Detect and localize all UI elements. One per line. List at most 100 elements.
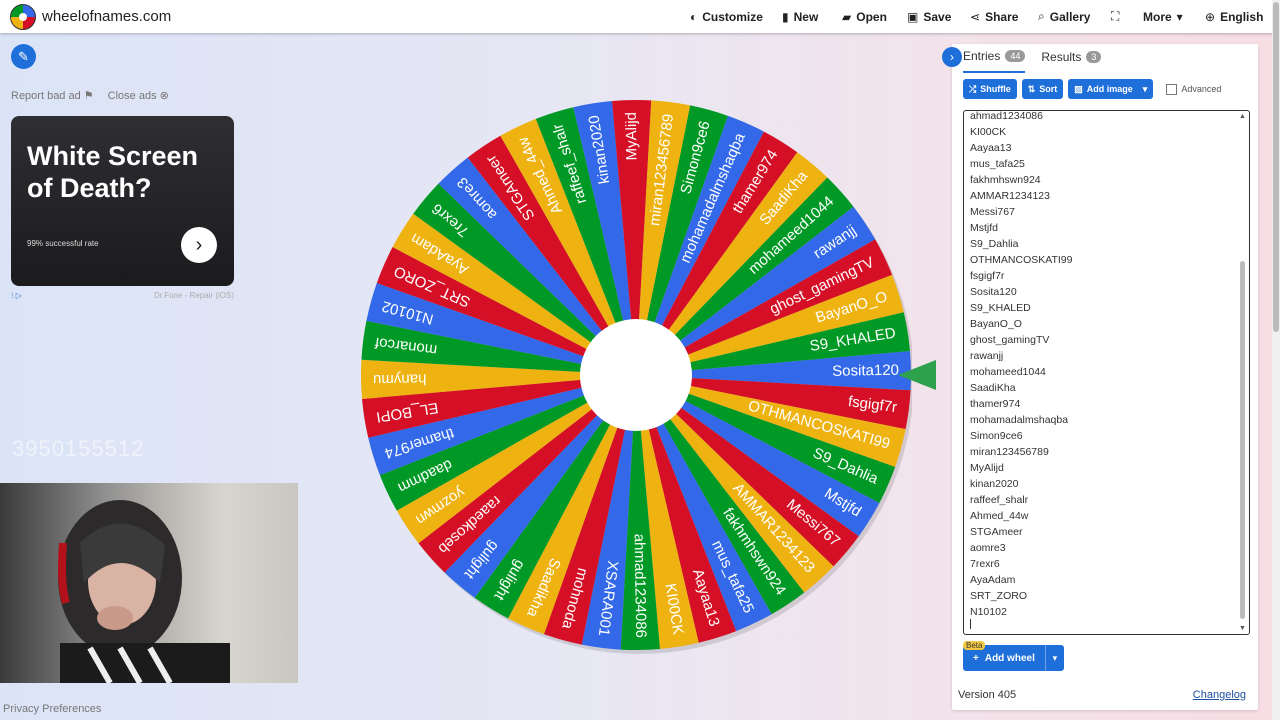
fullscreen-button[interactable]: ⛶ [1111, 0, 1119, 33]
customize-label: Customize [702, 9, 763, 24]
ad-footer: ⁝ ▷ Dr.Fone - Repair (iOS) [11, 291, 234, 300]
gallery-label: Gallery [1049, 9, 1091, 24]
scroll-up-icon[interactable]: ▲ [1239, 113, 1246, 120]
entry-item[interactable]: mohamadalmshaqba [970, 415, 1073, 431]
share-button[interactable]: ⋖ Share [970, 0, 1018, 33]
wheel-segment-label: ahmad1234086 [631, 534, 650, 639]
textarea-scroll-thumb[interactable] [1240, 261, 1245, 619]
close-ads-link[interactable]: Close ads ⊗ [108, 89, 169, 102]
entry-item[interactable]: SRT_ZORO [970, 591, 1073, 607]
entry-item[interactable]: OTHMANCOSKATI99 [970, 255, 1073, 271]
entry-item[interactable]: Messi767 [970, 207, 1073, 223]
version-label: Version 405 [958, 689, 1017, 701]
entry-item[interactable]: mohameed1044 [970, 367, 1073, 383]
entry-item[interactable]: rawanjj [970, 351, 1073, 367]
entry-item[interactable]: 7rexr6 [970, 559, 1073, 575]
panel-collapse-button[interactable]: › [942, 47, 962, 67]
share-label: Share [985, 9, 1019, 24]
entry-item[interactable]: raffeef_shalr [970, 495, 1073, 511]
edit-pencil-button[interactable]: ✎ [11, 44, 36, 69]
add-image-button[interactable]: ▨ Add image ▾ [1068, 79, 1154, 99]
entries-textarea[interactable]: ahmad1234086 KI00CK Aayaa13 mus_tafa25 fakhm… [963, 110, 1250, 635]
ad-choices-icon[interactable]: ⁝ ▷ [11, 291, 22, 300]
entry-item[interactable]: fakhmhswn924 [970, 175, 1073, 191]
scroll-down-icon[interactable]: ▼ [1239, 625, 1246, 632]
entry-item[interactable]: MyAlijd [970, 463, 1073, 479]
ad-arrow-button[interactable]: › [181, 227, 217, 263]
beta-badge: Beta [963, 641, 986, 650]
add-wheel-label: Add wheel [984, 652, 1035, 664]
tab-entries-label: Entries [963, 49, 1001, 63]
save-button[interactable]: ▣ Save [907, 0, 951, 33]
page-scrollbar[interactable] [1272, 0, 1280, 720]
entry-item[interactable]: S9_KHALED [970, 303, 1073, 319]
entries-count-badge: 44 [1005, 50, 1026, 62]
entry-item[interactable]: Ahmed_44w [970, 511, 1073, 527]
entry-item[interactable]: thamer974 [970, 399, 1073, 415]
add-wheel-dropdown[interactable]: ▾ [1044, 645, 1064, 671]
pencil-icon: ✎ [18, 48, 29, 64]
entry-item[interactable]: KI00CK [970, 127, 1073, 143]
sort-label: Sort [1039, 84, 1058, 94]
tab-results-label: Results [1041, 50, 1082, 64]
save-label: Save [923, 9, 952, 24]
entry-item[interactable]: kinan2020 [970, 479, 1073, 495]
shuffle-button[interactable]: ⤮ Shuffle [963, 79, 1017, 99]
advertisement-card[interactable]: White Screen of Death? 99% successful ra… [11, 116, 234, 286]
entry-item[interactable]: Simon9ce6 [970, 431, 1073, 447]
gallery-button[interactable]: ⌕ Gallery [1038, 0, 1090, 33]
more-menu-button[interactable]: More ▾ [1143, 0, 1183, 33]
new-file-icon: ▮ [782, 9, 789, 24]
entry-item[interactable]: ahmad1234086 [970, 111, 1073, 127]
entry-item[interactable]: BayanO_O [970, 319, 1073, 335]
entry-item[interactable]: fsgigf7r [970, 271, 1073, 287]
entry-item[interactable]: mus_tafa25 [970, 159, 1073, 175]
wheel-segment-label: Sosita120 [832, 362, 899, 380]
results-count-badge: 3 [1086, 51, 1102, 63]
entry-item[interactable]: AyaAdam [970, 575, 1073, 591]
entry-item[interactable]: AMMAR1234123 [970, 191, 1073, 207]
tab-entries[interactable]: Entries 44 [963, 49, 1026, 73]
entry-item[interactable]: S9_Dahlia [970, 239, 1073, 255]
changelog-link[interactable]: Changelog [1193, 689, 1246, 701]
ad-subtitle: 99% successful rate [27, 239, 99, 248]
entry-item[interactable]: ghost_gamingTV [970, 335, 1073, 351]
customize-button[interactable]: ◐ Customize [690, 0, 763, 33]
new-button[interactable]: ▮ New [782, 0, 818, 33]
sort-button[interactable]: ⇅ Sort [1021, 79, 1064, 99]
report-ad-label: Report bad ad [11, 90, 81, 102]
checkbox-icon[interactable] [1166, 83, 1178, 95]
wheel-graphic[interactable]: Sosita120fsgigf7rOTHMANCOSKATI99S9_Dahli… [360, 97, 912, 657]
wheel-logo-icon[interactable] [10, 4, 36, 30]
chevron-down-icon: ▾ [1052, 652, 1058, 663]
entry-item[interactable]: aomre3 [970, 543, 1073, 559]
entry-item[interactable]: Mstjfd [970, 223, 1073, 239]
wheel-center-hub[interactable] [580, 319, 692, 431]
entry-item[interactable]: STGAmeer [970, 527, 1073, 543]
wheel-pointer-icon [898, 360, 936, 390]
entry-item[interactable]: Sosita120 [970, 287, 1073, 303]
image-icon: ▨ [1074, 83, 1083, 94]
advanced-checkbox[interactable]: Advanced [1166, 83, 1222, 95]
advanced-label: Advanced [1181, 84, 1222, 94]
globe-icon: ⊕ [1205, 9, 1216, 24]
site-title[interactable]: wheelofnames.com [42, 8, 171, 25]
entry-item[interactable]: SaadiKha [970, 383, 1073, 399]
report-ad-link[interactable]: Report bad ad ⚑ [11, 89, 94, 102]
shuffle-label: Shuffle [980, 84, 1011, 94]
open-button[interactable]: ▰ Open [842, 0, 887, 33]
privacy-preferences-link[interactable]: Privacy Preferences [3, 703, 101, 715]
textarea-scrollbar[interactable]: ▲ ▼ [1239, 111, 1247, 634]
entry-item[interactable]: miran123456789 [970, 447, 1073, 463]
page-scrollbar-thumb[interactable] [1273, 2, 1279, 332]
entries-toolbar: ⤮ Shuffle ⇅ Sort ▨ Add image ▾ Advanced [963, 79, 1221, 99]
text-caret [970, 619, 971, 629]
entry-item[interactable]: N10102 [970, 607, 1073, 623]
save-icon: ▣ [907, 9, 919, 24]
tab-results[interactable]: Results 3 [1041, 49, 1102, 73]
wheel-segment-label: hanymu [373, 370, 427, 388]
language-button[interactable]: ⊕ English [1205, 0, 1263, 33]
panel-tabs: Entries 44 Results 3 [963, 49, 1102, 73]
wheel[interactable]: Sosita120 fsgigf7r OTHMANCOSKATI99 S9_Dahli… [360, 97, 912, 657]
entry-item[interactable]: Aayaa13 [970, 143, 1073, 159]
